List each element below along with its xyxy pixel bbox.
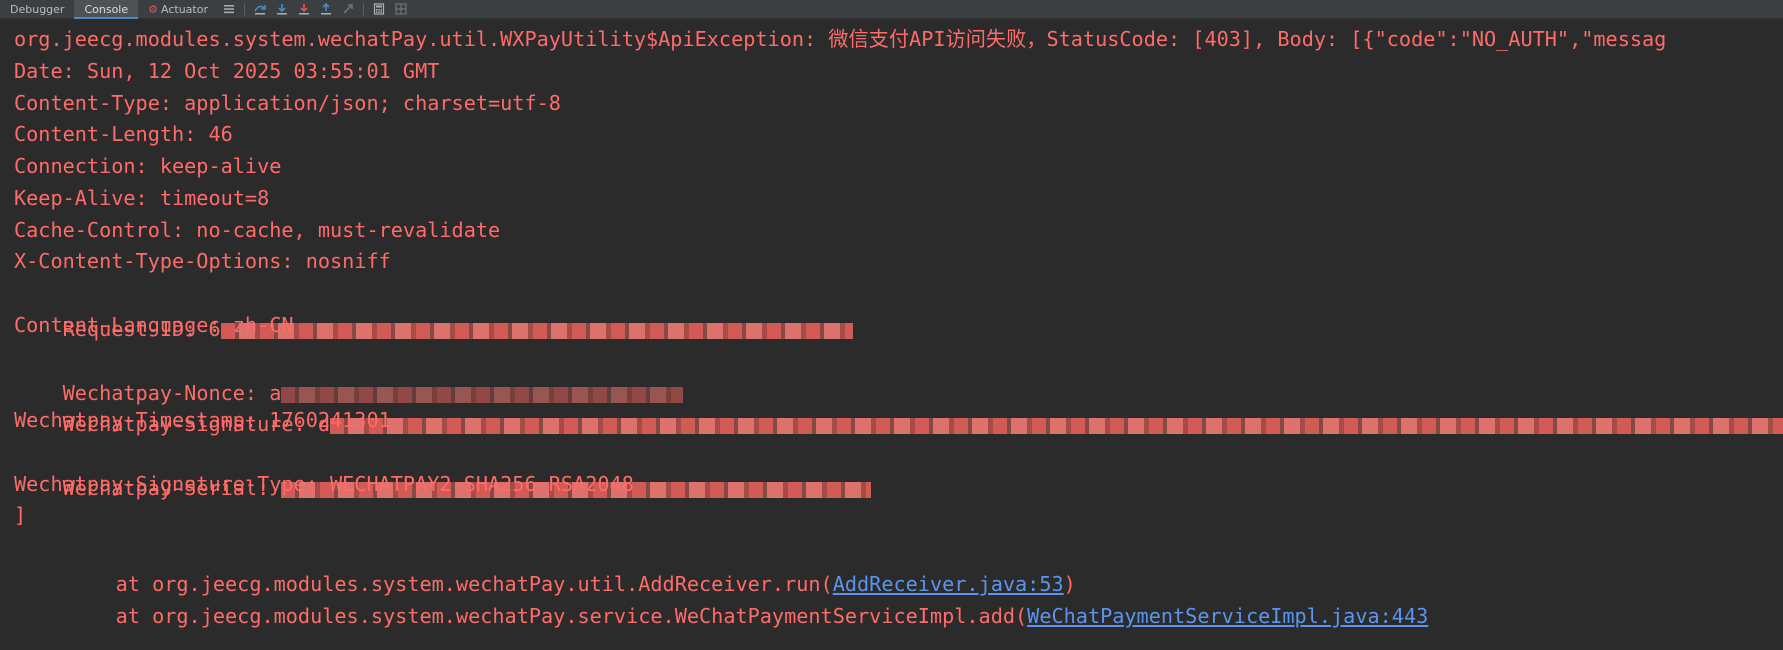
exception-line: org.jeecg.modules.system.wechatPay.util.… [14,27,1667,51]
stack-frame-partial: at org.jeecg.modules.system.wechatPay.se… [67,562,1429,628]
run-to-cursor-icon[interactable] [337,0,359,19]
tab-actuator-label: Actuator [161,2,208,16]
step-into-icon[interactable] [271,0,293,19]
header-wechatpay-serial: Wechatpay-Serial: [14,434,872,500]
list-icon[interactable] [218,0,240,19]
header-request-id: Request-ID: 6 [14,275,853,341]
console-toolbar: Debugger Console ⚙ Actuator [0,0,1783,19]
actuator-icon: ⚙ [148,2,158,16]
header-wechatpay-timestamp: Wechatpay-Timestamp: 1760241301 [14,408,391,432]
force-step-into-icon[interactable] [293,0,315,19]
header-wechatpay-signature-type: Wechatpay-Signature-Type: WECHATPAY2-SHA… [14,472,634,496]
tab-debugger[interactable]: Debugger [0,0,74,19]
header-date: Date: Sun, 12 Oct 2025 03:55:01 GMT [14,59,440,83]
header-wechatpay-signature: Wechatpay-Signature: d [14,370,1783,436]
toolbar-divider [362,2,364,16]
toolbar-divider [243,2,245,16]
tab-actuator[interactable]: ⚙ Actuator [138,0,218,19]
console-output[interactable]: org.jeecg.modules.system.wechatPay.util.… [0,19,1783,650]
source-link[interactable]: WeChatPaymentServiceImpl.java:443 [1027,604,1428,628]
stack-frame: at org.jeecg.modules.system.wechatPay.ut… [67,530,1076,596]
calculator-icon[interactable] [368,0,390,19]
header-keep-alive: Keep-Alive: timeout=8 [14,186,270,210]
step-over-icon[interactable] [249,0,271,19]
grid-icon[interactable] [390,0,412,19]
header-content-language: Content-Language: zh-CN [14,313,294,337]
closing-bracket: ] [14,503,27,527]
step-out-icon[interactable] [315,0,337,19]
redaction-mask [220,322,853,339]
tab-console[interactable]: Console [74,0,139,19]
header-connection: Connection: keep-alive [14,154,282,178]
header-content-length: Content-Length: 46 [14,122,233,146]
stack-frame-method: at org.jeecg.modules.system.wechatPay.se… [115,604,1028,628]
header-x-content-type-options: X-Content-Type-Options: nosniff [14,249,391,273]
redaction-mask [330,417,1783,434]
